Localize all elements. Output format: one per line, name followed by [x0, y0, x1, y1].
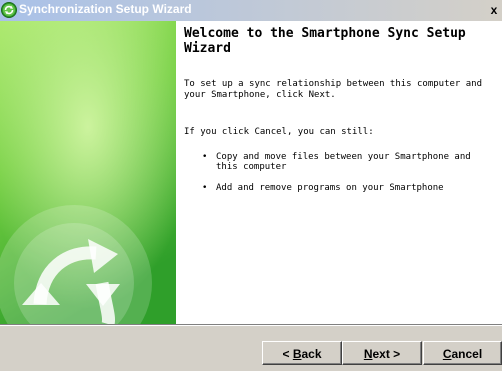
wizard-content: Welcome to the Smartphone Sync Setup Wiz… — [184, 21, 496, 324]
button-bar: < Back Next > Cancel — [0, 324, 502, 371]
bullet-list: • Copy and move files between your Smart… — [202, 152, 472, 204]
list-item-text: Add and remove programs on your Smartpho… — [216, 183, 444, 193]
back-button-prefix: < — [282, 347, 293, 361]
back-button[interactable]: < Back — [262, 341, 342, 365]
wizard-window: Synchronization Setup Wizard x Welcome t… — [0, 0, 502, 371]
bullet-icon: • — [202, 183, 208, 193]
banner-graphic — [0, 21, 176, 324]
list-item: • Copy and move files between your Smart… — [202, 152, 472, 172]
wizard-banner — [0, 21, 176, 324]
title-bar[interactable]: Synchronization Setup Wizard x — [0, 0, 502, 21]
intro-text: To set up a sync relationship between th… — [184, 79, 483, 100]
back-button-rest: ack — [301, 347, 322, 361]
bullet-icon: • — [202, 152, 208, 162]
next-button-rest: ext > — [372, 347, 401, 361]
cancel-info-text: If you click Cancel, you can still: — [184, 127, 374, 137]
page-title: Welcome to the Smartphone Sync Setup Wiz… — [184, 26, 466, 56]
cancel-button[interactable]: Cancel — [423, 341, 502, 365]
list-item: • Add and remove programs on your Smartp… — [202, 183, 472, 193]
cancel-button-rest: ancel — [451, 347, 483, 361]
close-button[interactable]: x — [486, 2, 502, 18]
next-button[interactable]: Next > — [342, 341, 422, 365]
list-item-text: Copy and move files between your Smartph… — [216, 152, 471, 172]
sync-app-icon — [1, 2, 17, 18]
window-title: Synchronization Setup Wizard — [19, 2, 192, 16]
